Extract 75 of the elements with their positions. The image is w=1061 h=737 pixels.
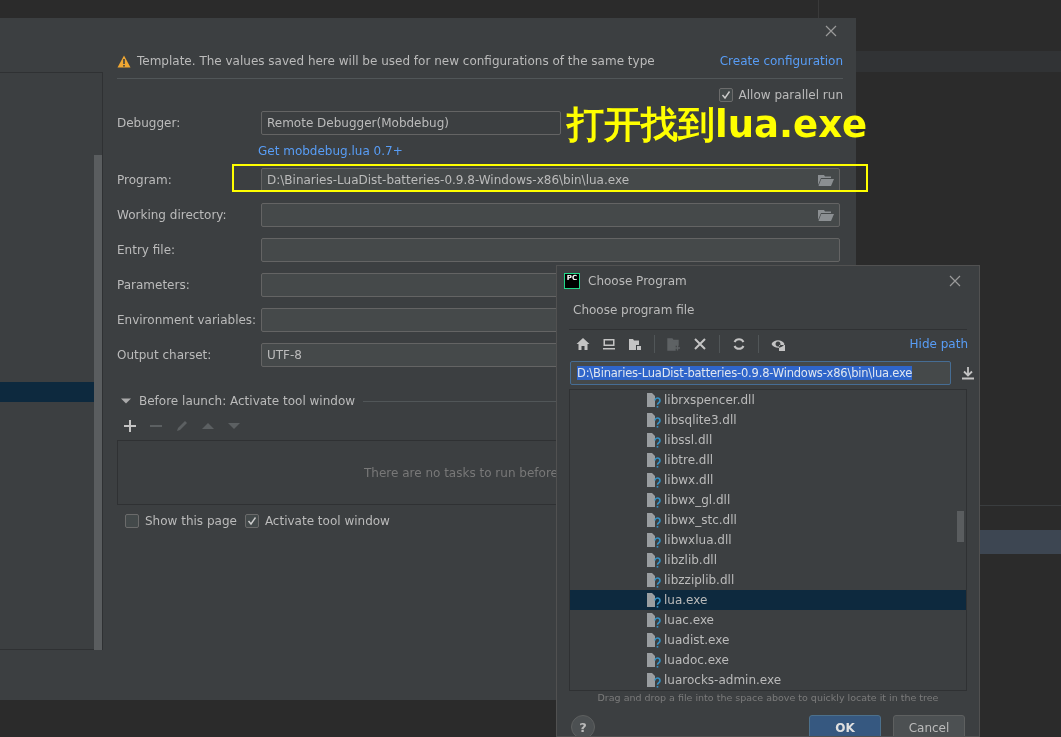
add-icon[interactable] xyxy=(123,419,137,433)
field-label: Program: xyxy=(117,173,173,187)
field-label: Entry file: xyxy=(117,243,177,257)
tree-row[interactable]: libwx.dll xyxy=(570,470,966,490)
unknown-file-icon xyxy=(646,672,662,688)
unknown-file-icon xyxy=(646,492,662,508)
tree-row[interactable]: libsqlite3.dll xyxy=(570,410,966,430)
download-link[interactable]: Get mobdebug.lua 0.7+ xyxy=(258,144,403,158)
unknown-file-icon xyxy=(646,632,662,648)
refresh-icon[interactable] xyxy=(732,337,746,351)
template-notice: Template. The values saved here will be used for new configurations of the same type xyxy=(137,54,655,68)
scrollbar[interactable] xyxy=(94,155,102,650)
create-configuration-link[interactable]: Create configuration xyxy=(719,54,843,68)
unknown-file-icon xyxy=(646,452,662,468)
field-label: Parameters: xyxy=(117,278,191,292)
collapse-icon[interactable] xyxy=(121,396,131,406)
monitor-icon[interactable] xyxy=(602,337,616,351)
input-field[interactable]: D:\Binaries-LuaDist-batteries-0.9.8-Windows-x86\bin\lua.exe xyxy=(261,168,840,192)
ok-button[interactable]: OK xyxy=(809,715,881,736)
dialog-description: Choose program file xyxy=(572,302,696,319)
eye-icon[interactable] xyxy=(771,337,785,351)
close-icon[interactable] xyxy=(693,337,707,351)
folder-icon[interactable] xyxy=(818,174,834,186)
dropdown[interactable]: Remote Debugger(Mobdebug) xyxy=(261,111,561,135)
tree-row[interactable]: luadoc.exe xyxy=(570,650,966,670)
checkbox-label: Show this page xyxy=(145,514,237,528)
unknown-file-icon xyxy=(646,512,662,528)
tree-row[interactable]: librxspencer.dll xyxy=(570,390,966,410)
section-title: Before launch: Activate tool window xyxy=(139,394,356,408)
unknown-file-icon xyxy=(646,592,662,608)
checkbox-label: Allow parallel run xyxy=(738,88,843,102)
input-field[interactable] xyxy=(261,203,840,227)
help-button[interactable]: ? xyxy=(571,715,595,736)
download-icon[interactable] xyxy=(961,366,975,380)
warning-icon xyxy=(117,54,131,68)
annotation-text: 打开找到lua.exe xyxy=(567,102,868,148)
close-icon[interactable] xyxy=(949,275,961,287)
field-label: Working directory: xyxy=(117,208,228,222)
checkbox[interactable] xyxy=(718,88,733,102)
tree-row[interactable]: libssl.dll xyxy=(570,430,966,450)
unknown-file-icon xyxy=(646,432,662,448)
scrollbar[interactable] xyxy=(957,511,964,542)
unknown-file-icon xyxy=(646,612,662,628)
folder-icon[interactable] xyxy=(628,337,642,351)
checkbox[interactable] xyxy=(244,514,259,528)
tree-row[interactable]: libtre.dll xyxy=(570,450,966,470)
input-field[interactable] xyxy=(261,238,840,262)
close-icon[interactable] xyxy=(825,25,837,37)
unknown-file-icon xyxy=(646,552,662,568)
window-title: Choose Program xyxy=(588,274,687,288)
tree-row[interactable]: libzziplib.dll xyxy=(570,570,966,590)
unknown-file-icon xyxy=(646,392,662,408)
tree-row[interactable]: lua.exe xyxy=(570,590,966,610)
home-icon[interactable] xyxy=(576,337,590,351)
checkbox-label: Activate tool window xyxy=(264,514,390,528)
tree-row[interactable]: luarocks-admin.exe xyxy=(570,670,966,690)
tree-row[interactable]: libwx_gl.dll xyxy=(570,490,966,510)
cancel-button[interactable]: Cancel xyxy=(893,715,965,736)
tree-row[interactable]: libwxlua.dll xyxy=(570,530,966,550)
field-label: Output charset: xyxy=(117,348,213,362)
tree-row[interactable]: luac.exe xyxy=(570,610,966,630)
checkbox[interactable] xyxy=(125,514,139,528)
unknown-file-icon xyxy=(646,572,662,588)
unknown-file-icon xyxy=(646,652,662,668)
field-label: Debugger: xyxy=(117,116,182,130)
tree-row[interactable]: libzlib.dll xyxy=(570,550,966,570)
tree-row[interactable]: luadist.exe xyxy=(570,630,966,650)
unknown-file-icon xyxy=(646,412,662,428)
path-field[interactable]: D:\Binaries-LuaDist-batteries-0.9.8-Windows-x86\bin\lua.exe xyxy=(570,361,951,385)
hide-path-link[interactable]: Hide path xyxy=(909,337,968,351)
unknown-file-icon xyxy=(646,472,662,488)
unknown-file-icon xyxy=(646,532,662,548)
tree-row[interactable]: libwx_stc.dll xyxy=(570,510,966,530)
field-label: Environment variables: xyxy=(117,313,258,327)
folder-icon[interactable] xyxy=(818,209,834,221)
